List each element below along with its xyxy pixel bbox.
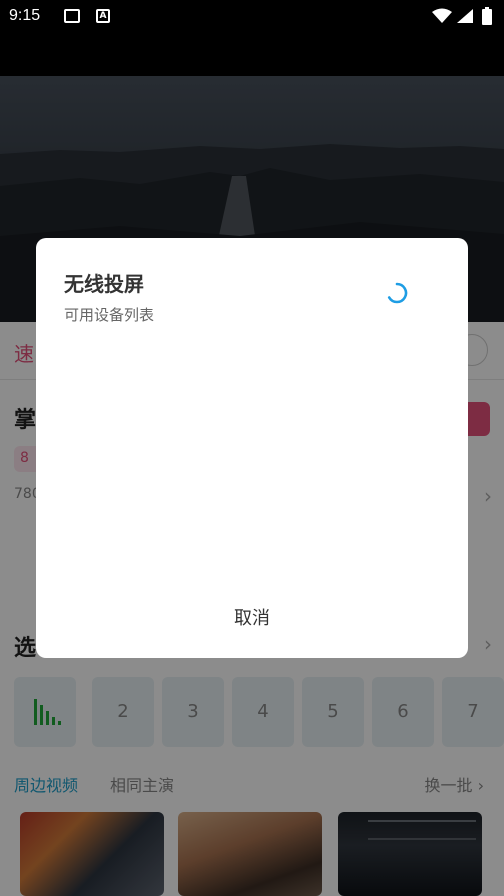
text-a-icon: A (96, 9, 110, 23)
photo-icon (64, 9, 80, 23)
cancel-button[interactable]: 取消 (36, 604, 468, 630)
loading-spinner-icon (387, 282, 408, 304)
battery-icon (482, 7, 492, 25)
player-top-bar (0, 34, 504, 76)
wifi-icon (432, 8, 452, 23)
cast-dialog: 无线投屏 可用设备列表 取消 (36, 238, 468, 658)
signal-icon (457, 9, 473, 23)
status-bar: 9:15 A (0, 0, 504, 34)
dialog-title: 无线投屏 (64, 272, 144, 296)
status-time: 9:15 (9, 7, 41, 24)
dialog-subtitle: 可用设备列表 (64, 306, 155, 324)
